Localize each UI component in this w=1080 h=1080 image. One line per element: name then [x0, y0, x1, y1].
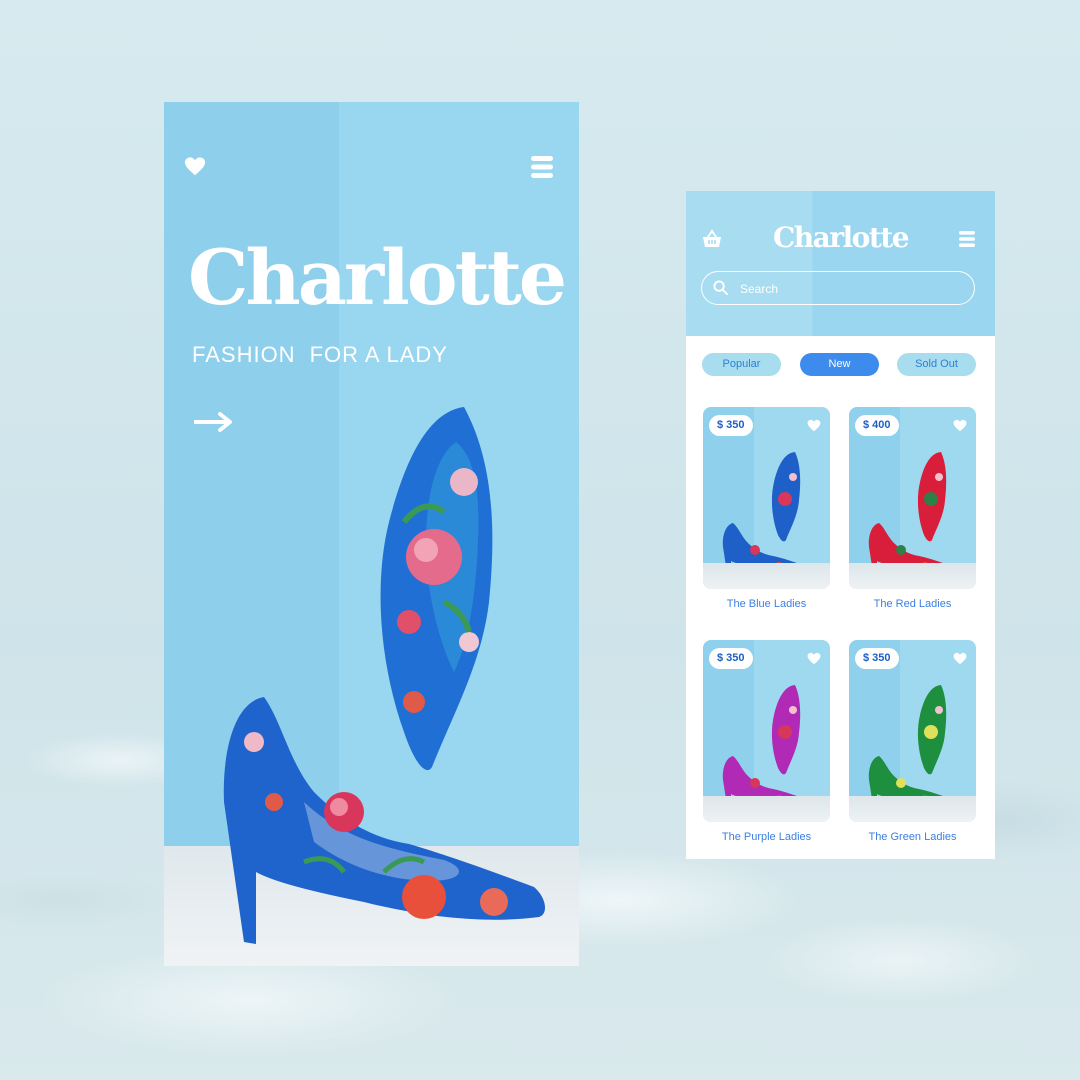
shoe-flower — [750, 545, 760, 555]
shoe-flower — [924, 492, 938, 506]
brand-title-small: Charlotte — [772, 221, 910, 254]
favorite-heart-icon[interactable] — [807, 419, 821, 433]
standing-shoe — [223, 697, 546, 944]
floating-shoe — [380, 407, 493, 771]
shoe-flower — [896, 545, 906, 555]
shoe-flower — [935, 473, 943, 481]
search-icon — [713, 280, 728, 295]
product-card[interactable]: $ 400 The Red Ladies — [849, 407, 976, 610]
menu-icon[interactable] — [959, 230, 975, 248]
tagline-part: FASHION — [192, 342, 296, 367]
price-badge: $ 350 — [855, 648, 899, 669]
image-floor — [703, 796, 830, 822]
search-input[interactable] — [738, 278, 962, 300]
image-floor — [849, 796, 976, 822]
tagline: FASHION FOR A LADY — [192, 342, 462, 368]
menu-icon[interactable] — [531, 155, 553, 179]
shoe-flower — [750, 778, 760, 788]
favorite-heart-icon[interactable] — [953, 652, 967, 666]
heart-icon[interactable] — [184, 156, 206, 178]
filter-popular[interactable]: Popular — [702, 353, 781, 376]
shoe-flower — [924, 725, 938, 739]
product-image[interactable]: $ 350 — [703, 640, 830, 822]
product-name[interactable]: The Red Ladies — [849, 598, 976, 610]
price-badge: $ 400 — [855, 415, 899, 436]
product-name[interactable]: The Green Ladies — [849, 831, 976, 843]
search-bar[interactable] — [701, 271, 975, 305]
catalog-screen: Charlotte Popular New Sold Out $ 350 The… — [686, 191, 995, 859]
brand-title: Charlotte — [188, 233, 567, 322]
filter-new[interactable]: New — [800, 353, 879, 376]
shoe-flower — [896, 778, 906, 788]
image-floor — [703, 563, 830, 589]
filter-sold-out[interactable]: Sold Out — [897, 353, 976, 376]
product-card[interactable]: $ 350 The Blue Ladies — [703, 407, 830, 610]
favorite-heart-icon[interactable] — [807, 652, 821, 666]
price-badge: $ 350 — [709, 415, 753, 436]
arrow-right-icon[interactable] — [194, 410, 234, 434]
splash-screen: Charlotte FASHION FOR A LADY — [164, 102, 579, 966]
shoe-flower — [778, 725, 792, 739]
product-image[interactable]: $ 350 — [703, 407, 830, 589]
product-card[interactable]: $ 350 The Purple Ladies — [703, 640, 830, 843]
header: Charlotte — [686, 191, 995, 336]
shoe-flower — [789, 706, 797, 714]
floral-shoes-image — [223, 407, 546, 944]
product-image[interactable]: $ 350 — [849, 640, 976, 822]
price-badge: $ 350 — [709, 648, 753, 669]
tagline-part: FOR A LADY — [309, 342, 448, 367]
product-image[interactable]: $ 400 — [849, 407, 976, 589]
product-card[interactable]: $ 350 The Green Ladies — [849, 640, 976, 843]
shoe-flower — [789, 473, 797, 481]
shoe-flower — [935, 706, 943, 714]
favorite-heart-icon[interactable] — [953, 419, 967, 433]
shoe-flower — [778, 492, 792, 506]
product-name[interactable]: The Blue Ladies — [703, 598, 830, 610]
product-name[interactable]: The Purple Ladies — [703, 831, 830, 843]
image-floor — [849, 563, 976, 589]
